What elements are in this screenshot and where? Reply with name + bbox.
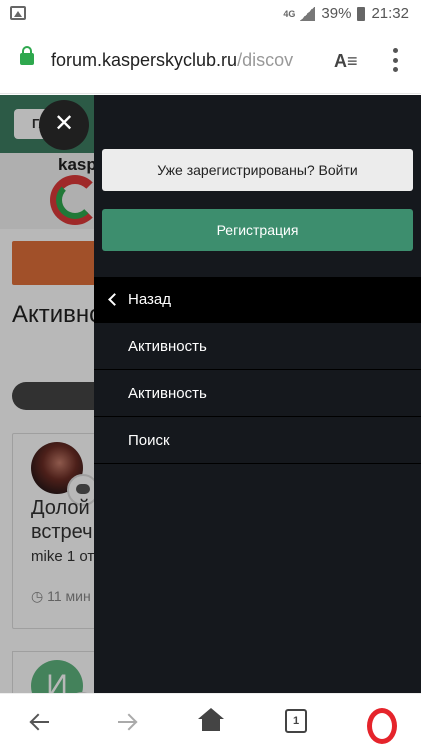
battery-percent: 39% (321, 5, 352, 22)
tabs-icon[interactable]: 1 (281, 708, 311, 736)
url-domain: forum.kasperskyclub.ru (51, 50, 238, 70)
tab-count: 1 (285, 709, 307, 733)
forward-arrow-icon[interactable] (112, 708, 142, 736)
navigation-drawer: Уже зарегистрированы? Войти Регистрация … (94, 95, 421, 693)
login-button[interactable]: Уже зарегистрированы? Войти (102, 149, 413, 191)
close-menu-button[interactable]: ✕ (39, 100, 89, 150)
signal-icon (299, 6, 316, 21)
opera-menu-icon[interactable] (364, 708, 397, 744)
home-icon[interactable] (196, 708, 226, 736)
status-icons: 4G 39% 21:32 (283, 5, 409, 22)
browser-bottom-bar: 1 (0, 693, 421, 750)
image-notification-icon (10, 6, 26, 20)
back-button[interactable]: Назад (94, 277, 421, 323)
reader-mode-icon[interactable]: A≡ (334, 51, 358, 72)
url-field[interactable]: forum.kasperskyclub.ru/discov (51, 50, 293, 71)
drawer-nav: Назад Активность Активность Поиск (94, 277, 421, 464)
menu-dots-icon[interactable] (387, 48, 403, 72)
network-type: 4G (283, 8, 296, 19)
register-button[interactable]: Регистрация (102, 209, 413, 251)
nav-item-activity-2[interactable]: Активность (94, 370, 421, 417)
clock: 21:32 (371, 5, 409, 22)
back-label: Назад (128, 291, 171, 308)
lock-icon (20, 46, 34, 65)
address-bar[interactable]: forum.kasperskyclub.ru/discov A≡ (0, 28, 421, 94)
url-path: /discov (237, 50, 294, 70)
back-arrow-icon[interactable] (27, 708, 57, 736)
battery-icon (357, 6, 366, 21)
nav-item-activity[interactable]: Активность (94, 323, 421, 370)
nav-item-search[interactable]: Поиск (94, 417, 421, 464)
status-bar: 4G 39% 21:32 (0, 0, 421, 28)
chevron-left-icon (108, 293, 121, 306)
